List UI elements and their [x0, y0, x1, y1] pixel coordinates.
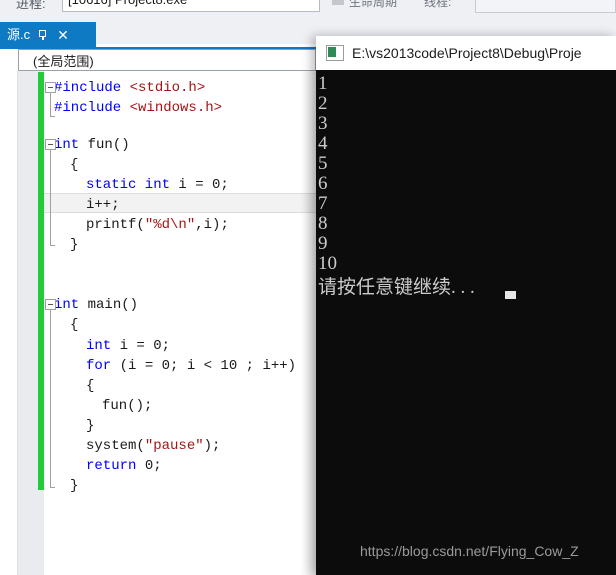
editor-outlining-margin[interactable]: [19, 71, 38, 575]
toolbar-gap: [0, 15, 616, 22]
thread-combo[interactable]: [475, 0, 616, 13]
code-token: {: [86, 378, 95, 394]
code-token: #include: [54, 100, 130, 116]
console-output-line: 5: [318, 153, 328, 174]
code-token: int: [54, 297, 80, 313]
screenshot-root: 进程: [10616] Project8.exe 生命周期 线程: 源.c ✕ …: [0, 0, 616, 575]
console-output-line: 8: [318, 213, 328, 234]
code-line: i++;: [44, 195, 120, 215]
code-token: i = 0;: [111, 338, 171, 354]
code-line: }: [44, 416, 94, 436]
code-token: system(: [86, 438, 145, 454]
lifecycle-icon: [332, 0, 344, 5]
console-output-line: 3: [318, 113, 328, 134]
fold-guide-fun: [50, 149, 51, 245]
lifecycle-button[interactable]: 生命周期: [349, 0, 397, 10]
console-output-line: 7: [318, 193, 328, 214]
code-line: printf("%d\n",i);: [44, 215, 229, 235]
console-titlebar[interactable]: E:\vs2013code\Project8\Debug\Proje: [316, 36, 616, 70]
code-token: return: [86, 458, 137, 474]
fold-guide-includes: [50, 92, 51, 116]
console-output-line: 请按任意键继续. . .: [318, 277, 475, 298]
code-line: int i = 0;: [44, 336, 170, 356]
code-line: for (i = 0; i < 10 ; i++): [44, 356, 296, 376]
console-output-line: 9: [318, 233, 328, 254]
code-token: #include: [54, 80, 130, 96]
process-combo-value: [10616] Project8.exe: [68, 0, 187, 7]
code-line: return 0;: [44, 456, 162, 476]
process-label: 进程:: [16, 0, 46, 11]
code-token: int: [86, 338, 112, 354]
console-app-icon: [326, 45, 344, 61]
scope-dropdown[interactable]: (全局范围): [18, 49, 316, 71]
code-token: <stdio.h>: [129, 80, 206, 96]
code-line: #include <stdio.h>: [44, 78, 205, 98]
code-token: fun(): [79, 137, 130, 153]
code-line: int fun(): [44, 135, 130, 155]
code-line: int main(): [44, 295, 138, 315]
code-token: "%d\n": [144, 217, 196, 233]
console-cursor: [505, 291, 516, 299]
watermark: https://blog.csdn.net/Flying_Cow_Z: [360, 543, 579, 559]
code-token: <windows.h>: [129, 100, 223, 116]
code-token: static int: [86, 177, 171, 193]
code-line: fun();: [44, 396, 152, 416]
fold-guide-includes-foot: [50, 116, 55, 117]
code-line: system("pause");: [44, 436, 220, 456]
code-line: {: [44, 376, 94, 396]
process-combo[interactable]: [10616] Project8.exe: [62, 0, 320, 12]
code-token: i++;: [86, 197, 120, 213]
console-output-line: 6: [318, 173, 328, 194]
code-token: }: [86, 418, 95, 434]
pin-icon[interactable]: [38, 29, 49, 40]
code-token: printf(: [86, 217, 145, 233]
code-token: i = 0;: [170, 177, 229, 193]
document-tab-label: 源.c: [7, 27, 31, 42]
editor-selection-margin: [0, 71, 18, 575]
code-token: 0;: [136, 458, 162, 474]
code-token: for: [86, 358, 112, 374]
console-output: 1 2 3 4 5 6 7 8 9 10 请按任意键继续. . . https://blog.csdn…: [316, 70, 616, 575]
console-output-line: 1: [318, 73, 328, 94]
console-window[interactable]: E:\vs2013code\Project8\Debug\Proje 12345…: [316, 36, 616, 575]
code-line: static int i = 0;: [44, 175, 229, 195]
document-tab-source-c[interactable]: 源.c ✕: [0, 22, 96, 47]
code-token: "pause": [144, 438, 204, 454]
console-output-line: 4: [318, 133, 328, 154]
code-token: }: [70, 237, 79, 253]
code-token: );: [203, 438, 221, 454]
code-token: int: [54, 137, 80, 153]
code-token: }: [70, 478, 79, 494]
code-token: ,i);: [195, 217, 229, 233]
close-icon[interactable]: ✕: [57, 28, 69, 42]
code-line: #include <windows.h>: [44, 98, 222, 118]
code-token: {: [70, 157, 79, 173]
fold-guide-fun-foot: [50, 245, 55, 246]
fold-guide-main-foot: [50, 487, 55, 488]
fold-guide-main: [50, 309, 51, 487]
scope-dropdown-value: (全局范围): [33, 53, 94, 69]
code-token: {: [70, 317, 79, 333]
debug-toolbar-strip: 进程: [10616] Project8.exe 生命周期 线程:: [0, 0, 616, 15]
code-token: fun();: [102, 398, 153, 414]
code-text-surface[interactable]: #include <stdio.h> #include <windows.h> in…: [44, 71, 316, 575]
console-output-line: 2: [318, 93, 328, 114]
console-output-line: 10: [318, 253, 337, 274]
console-title: E:\vs2013code\Project8\Debug\Proje: [352, 45, 582, 61]
thread-label: 线程:: [424, 0, 452, 9]
code-token: main(): [79, 297, 139, 313]
code-token: (i = 0; i < 10 ; i++): [111, 358, 297, 374]
